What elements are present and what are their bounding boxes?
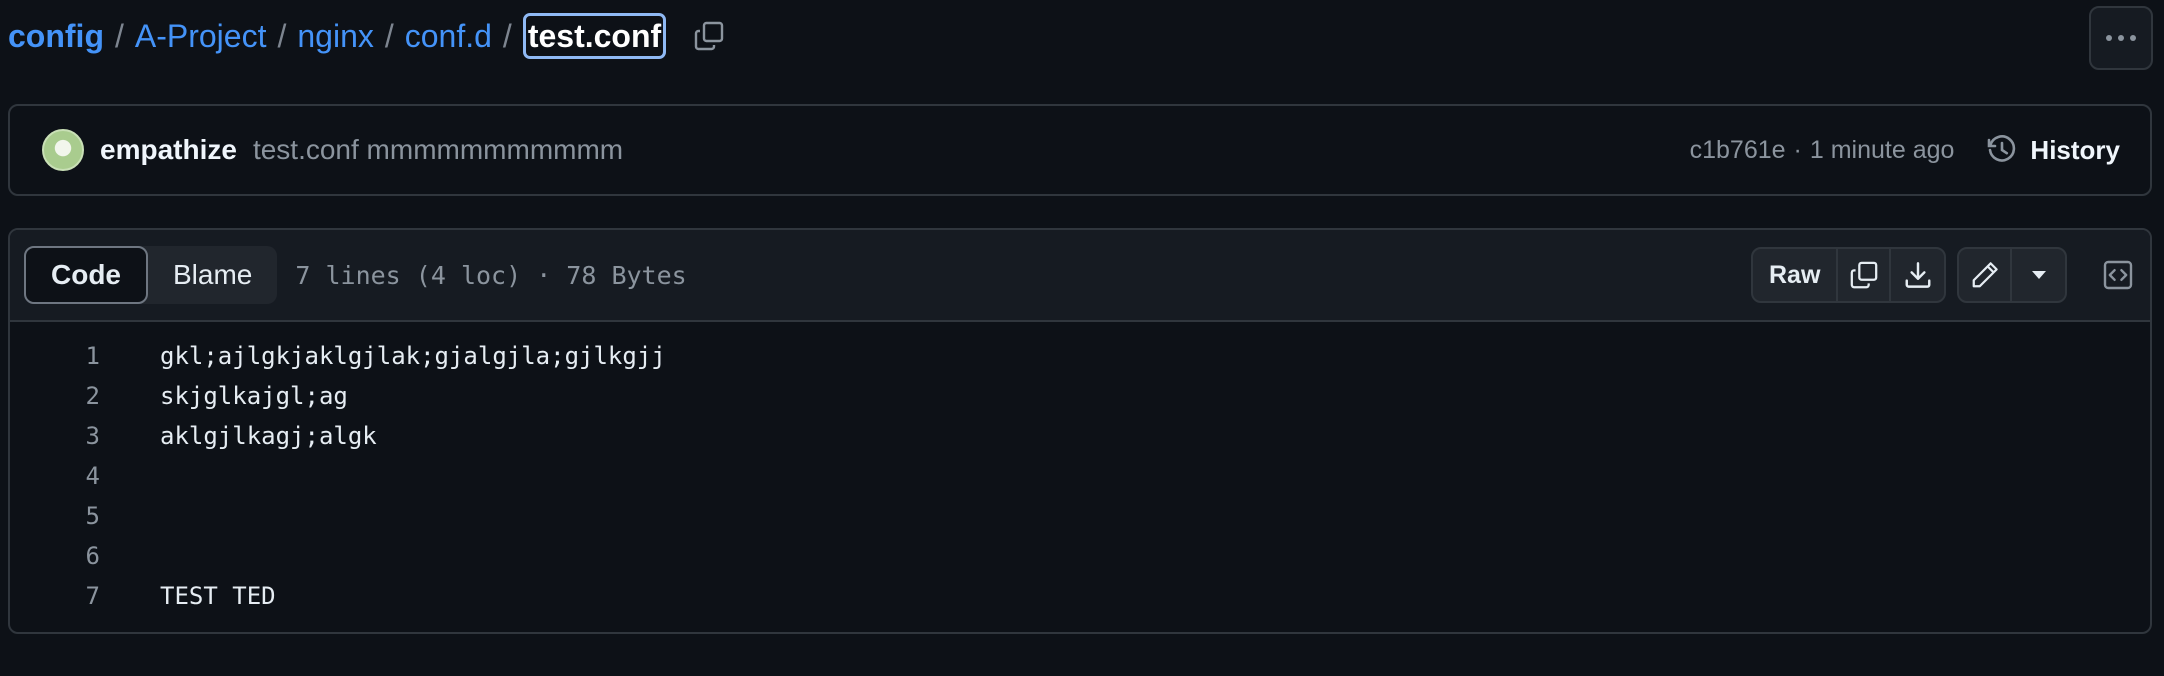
line-number[interactable]: 4: [10, 462, 100, 490]
meta-separator: ·: [1793, 135, 1802, 164]
breadcrumb-current-file: test.conf: [522, 12, 667, 60]
more-options-button[interactable]: [2089, 6, 2153, 70]
copy-icon: [1850, 261, 1878, 289]
copy-icon: [694, 21, 724, 51]
line-text: aklgjlkagj;algk: [160, 422, 377, 450]
line-text: skjglkajgl;ag: [160, 382, 348, 410]
breadcrumb-link-a-project[interactable]: A-Project: [135, 18, 267, 55]
code-line: 6: [10, 536, 2150, 576]
line-number[interactable]: 3: [10, 422, 100, 450]
line-text: TEST TED: [160, 582, 276, 610]
triangle-down-icon: [2031, 271, 2046, 279]
history-label: History: [2030, 134, 2120, 165]
code-line: 2 skjglkajgl;ag: [10, 376, 2150, 416]
code-line: 4: [10, 456, 2150, 496]
breadcrumb-separator: /: [114, 17, 124, 54]
line-number[interactable]: 2: [10, 382, 100, 410]
avatar[interactable]: [42, 129, 84, 171]
breadcrumb-separator: /: [384, 17, 394, 54]
download-icon: [1905, 262, 1931, 288]
edit-options-dropdown[interactable]: [2012, 249, 2065, 301]
file-stats: 7 lines (4 loc) · 78 Bytes: [295, 260, 687, 290]
history-button[interactable]: History: [1986, 134, 2120, 166]
code-line: 5: [10, 496, 2150, 536]
file-viewer: Code Blame 7 lines (4 loc) · 78 Bytes Ra…: [8, 228, 2152, 634]
edit-file-button[interactable]: [1959, 249, 2012, 301]
download-button[interactable]: [1891, 249, 1944, 301]
breadcrumb: config / A-Project / nginx / conf.d / te…: [8, 8, 726, 64]
view-toggle: Code Blame: [24, 246, 278, 304]
breadcrumb-link-nginx[interactable]: nginx: [297, 18, 374, 55]
breadcrumb-link-conf-d[interactable]: conf.d: [405, 18, 492, 55]
raw-button[interactable]: Raw: [1753, 249, 1839, 301]
code-line: 3 aklgjlkagj;algk: [10, 416, 2150, 456]
symbols-panel-button[interactable]: [2090, 247, 2146, 303]
commit-author[interactable]: empathize: [100, 134, 237, 166]
file-header: Code Blame 7 lines (4 loc) · 78 Bytes Ra…: [10, 230, 2150, 322]
tab-code[interactable]: Code: [24, 246, 148, 304]
line-number[interactable]: 1: [10, 342, 100, 370]
line-number[interactable]: 6: [10, 542, 100, 570]
line-number[interactable]: 7: [10, 582, 100, 610]
commit-time: 1 minute ago: [1809, 135, 1955, 164]
copy-path-button[interactable]: [692, 19, 726, 53]
history-icon: [1988, 135, 2016, 162]
breadcrumb-separator: /: [502, 17, 512, 54]
tab-blame[interactable]: Blame: [148, 246, 277, 304]
code-line: 1 gkl;ajlgkjaklgjlak;gjalgjla;gjlkgjj: [10, 336, 2150, 376]
edit-actions-group: [1957, 247, 2067, 303]
code-line: 7 TEST TED: [10, 576, 2150, 616]
breadcrumb-root-link[interactable]: config: [8, 18, 104, 55]
line-text: gkl;ajlgkjaklgjlak;gjalgjla;gjlkgjj: [160, 342, 666, 370]
code-square-icon: [2103, 260, 2133, 290]
copy-raw-button[interactable]: [1838, 249, 1892, 301]
commit-hash[interactable]: c1b761e: [1690, 136, 1786, 165]
breadcrumb-separator: /: [277, 17, 287, 54]
commit-message[interactable]: test.conf mmmmmmmmmmm: [253, 134, 623, 166]
pencil-icon: [1972, 262, 1998, 288]
kebab-horizontal-icon: [2106, 35, 2136, 41]
commit-meta: c1b761e · 1 minute ago History: [1690, 134, 2120, 166]
line-number[interactable]: 5: [10, 502, 100, 530]
latest-commit-bar: empathize test.conf mmmmmmmmmmm c1b761e …: [8, 104, 2152, 196]
raw-actions-group: Raw: [1751, 247, 1947, 303]
code-content: 1 gkl;ajlgkjaklgjlak;gjalgjla;gjlkgjj 2 …: [10, 322, 2150, 616]
